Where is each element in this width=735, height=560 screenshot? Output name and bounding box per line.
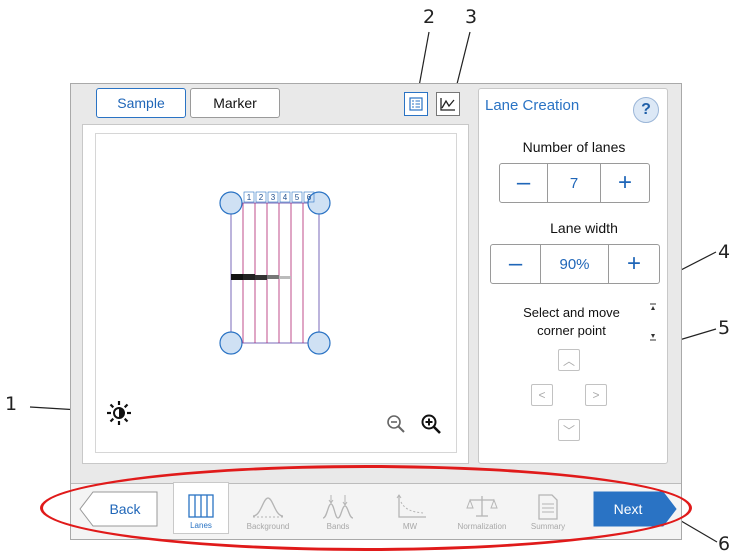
- workflow-bar: [71, 483, 681, 539]
- help-button[interactable]: ?: [633, 97, 659, 123]
- lane-number: 5: [295, 193, 300, 202]
- corner-point-hint: Select and move corner point: [499, 304, 644, 340]
- corner-handle[interactable]: [219, 331, 243, 355]
- step-label: Bands: [326, 522, 350, 531]
- step-mw[interactable]: MW: [384, 482, 436, 534]
- step-label: Summary: [530, 522, 566, 531]
- back-button[interactable]: Back: [79, 491, 159, 527]
- lane-width-label: Lane width: [550, 220, 618, 236]
- next-label: Next: [613, 501, 643, 517]
- step-bands[interactable]: Bands: [312, 482, 364, 534]
- lanes-decrement-button[interactable]: –: [500, 164, 548, 202]
- corner-handle[interactable]: [307, 331, 331, 355]
- next-button[interactable]: Next: [593, 491, 677, 527]
- lane-number: 2: [259, 193, 264, 202]
- chevron-left-icon: <: [538, 388, 546, 402]
- move-right-button[interactable]: >: [585, 384, 607, 406]
- panel-title: Lane Creation: [485, 97, 580, 114]
- step-normalization[interactable]: Normalization: [449, 482, 515, 534]
- zoom-in-button[interactable]: [420, 413, 442, 435]
- chevron-right-icon: >: [592, 388, 600, 402]
- step-label: Normalization: [457, 522, 507, 531]
- bands-icon: [322, 495, 354, 519]
- corner-hint-line1: Select and move: [523, 305, 620, 320]
- mw-icon: [396, 494, 426, 518]
- corner-handle[interactable]: [219, 191, 243, 215]
- number-of-lanes-label: Number of lanes: [522, 139, 626, 155]
- tab-marker[interactable]: Marker: [190, 88, 280, 118]
- move-up-button[interactable]: ︿: [558, 349, 580, 371]
- balance-scale-icon: [466, 496, 498, 517]
- lanes-value: 7: [548, 164, 601, 202]
- corner-hint-line2: corner point: [537, 323, 606, 338]
- list-view-button[interactable]: [404, 92, 428, 116]
- step-label: Lanes: [190, 521, 212, 530]
- lanes-increment-button[interactable]: +: [601, 164, 649, 202]
- move-left-button[interactable]: <: [531, 384, 553, 406]
- list-view-icon: [409, 97, 423, 111]
- lane-width-stepper: – 90% +: [490, 244, 660, 284]
- chart-view-button[interactable]: [436, 92, 460, 116]
- hint-scrollbar[interactable]: [649, 302, 657, 342]
- band: [279, 276, 291, 279]
- width-increment-button[interactable]: +: [609, 245, 659, 283]
- chevron-up-icon: ︿: [562, 353, 575, 368]
- step-background[interactable]: Background: [240, 482, 296, 534]
- corner-handle[interactable]: [307, 191, 331, 215]
- band: [255, 275, 267, 280]
- lane-number: 3: [271, 193, 276, 202]
- band: [231, 274, 243, 280]
- lanes-icon: [188, 494, 214, 518]
- lane-number: 6: [307, 193, 312, 202]
- chevron-down-icon: ﹀: [562, 423, 575, 438]
- zoom-out-button[interactable]: [386, 414, 406, 434]
- document-icon: [538, 494, 558, 520]
- move-down-button[interactable]: ﹀: [558, 419, 580, 441]
- brightness-icon: [107, 401, 131, 425]
- lane-number: 1: [247, 193, 252, 202]
- lane-grid[interactable]: 1 2 3 4 5 6: [213, 189, 333, 357]
- band: [267, 275, 279, 279]
- background-icon: [252, 497, 284, 518]
- step-label: Background: [246, 522, 290, 531]
- band: [243, 274, 255, 280]
- zoom-in-icon: [421, 414, 441, 434]
- step-summary[interactable]: Summary: [522, 482, 574, 534]
- chart-view-icon: [440, 98, 455, 111]
- lane-creation-panel: Lane Creation ? Number of lanes – 7 + La…: [478, 88, 668, 464]
- zoom-out-icon: [387, 415, 405, 433]
- tab-sample[interactable]: Sample: [96, 88, 186, 118]
- scroll-arrows-icon: [650, 303, 656, 341]
- width-decrement-button[interactable]: –: [491, 245, 541, 283]
- step-lanes[interactable]: Lanes: [173, 482, 229, 534]
- step-label: MW: [402, 522, 418, 531]
- width-value: 90%: [541, 245, 609, 283]
- back-label: Back: [109, 501, 141, 517]
- brightness-button[interactable]: [106, 400, 132, 426]
- number-of-lanes-stepper: – 7 +: [499, 163, 650, 203]
- gel-image-panel: 1 2 3 4 5 6: [82, 124, 469, 464]
- lane-number: 4: [283, 193, 288, 202]
